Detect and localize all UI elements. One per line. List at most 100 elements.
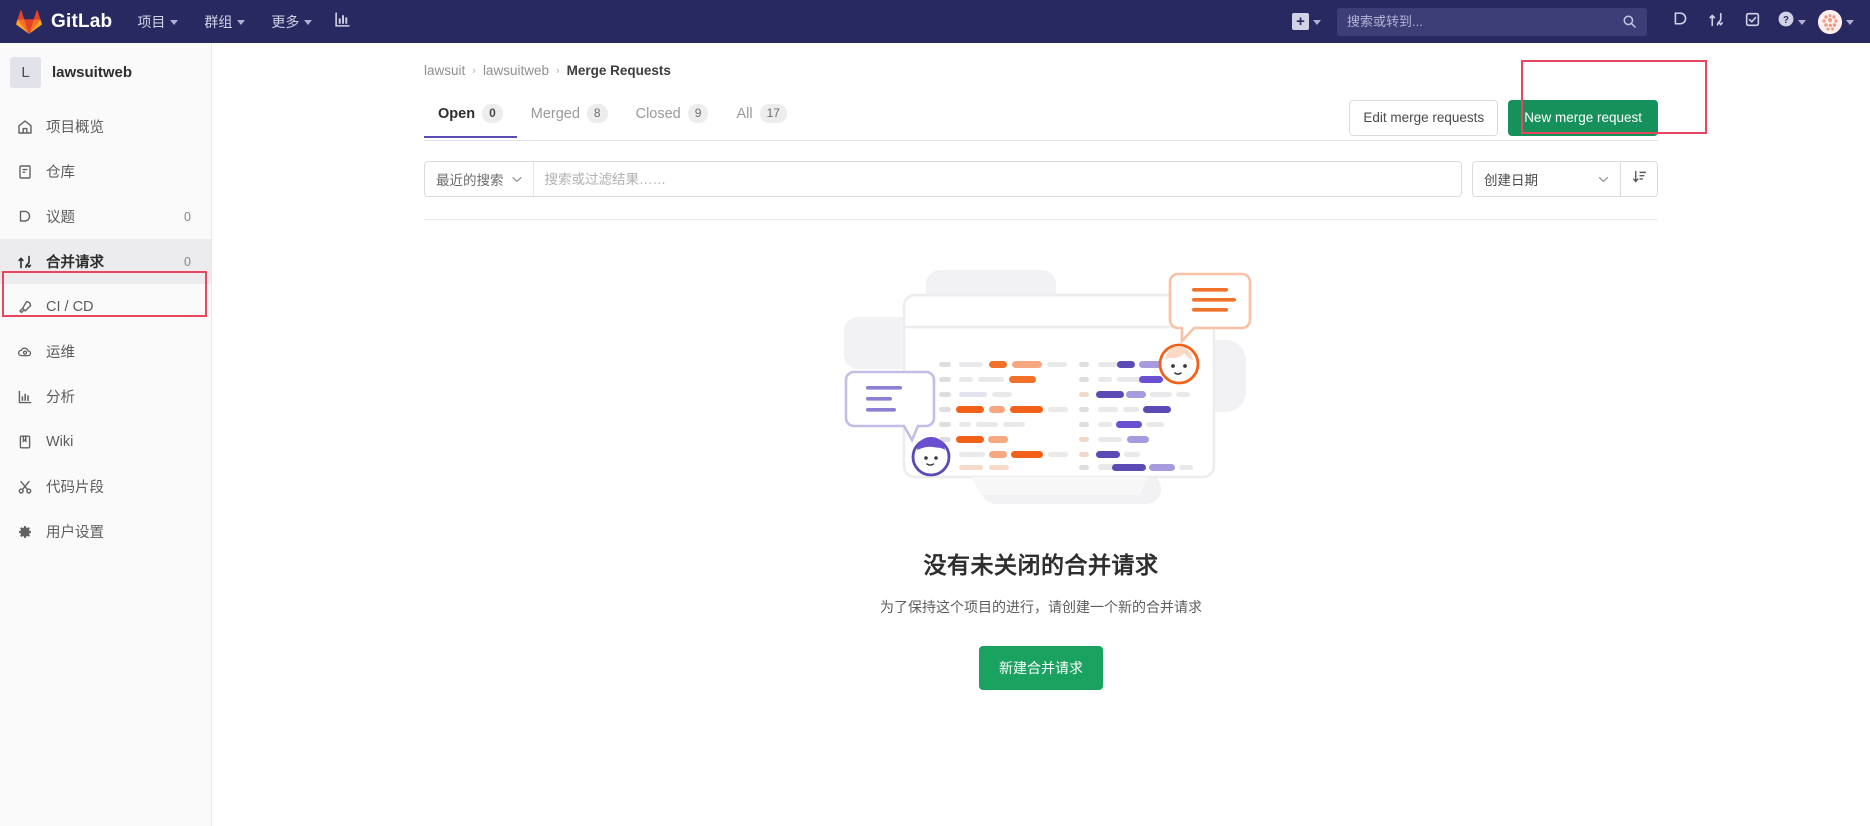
sidebar-item-operations[interactable]: 运维 xyxy=(0,329,211,374)
global-search[interactable] xyxy=(1337,7,1647,36)
tab-count: 0 xyxy=(482,104,503,124)
tab-label: Open xyxy=(438,105,476,122)
new-item-dropdown[interactable]: + xyxy=(1284,5,1329,39)
search-icon[interactable] xyxy=(1622,14,1637,29)
gitlab-home-link[interactable]: GitLab xyxy=(8,0,124,43)
sidebar-item-analytics[interactable]: 分析 xyxy=(0,374,211,419)
repository-icon xyxy=(14,164,36,180)
tab-label: Merged xyxy=(530,105,580,122)
sidebar-count xyxy=(185,486,197,488)
sidebar-count: 0 xyxy=(184,209,191,224)
merge-request-state-tabs: Open 0 Merged 8 Closed 9 All 17 Edit mer… xyxy=(424,92,1658,141)
tab-all[interactable]: All 17 xyxy=(722,92,800,138)
sidebar-item-issues[interactable]: 议题 0 xyxy=(0,194,211,239)
user-avatar-identicon xyxy=(1818,9,1842,34)
filter-and-sort-bar: 最近的搜索 创建日期 xyxy=(424,141,1658,220)
todos-check-icon xyxy=(1744,11,1761,33)
empty-state-new-merge-request-button[interactable]: 新建合并请求 xyxy=(979,646,1103,690)
nav-projects-label: 项目 xyxy=(137,13,166,30)
breadcrumb-separator-icon: › xyxy=(555,64,560,77)
merge-request-icon xyxy=(14,254,36,270)
sidebar-count xyxy=(185,351,197,353)
tab-count: 8 xyxy=(586,104,608,124)
new-merge-request-button[interactable]: New merge request xyxy=(1508,100,1658,136)
user-menu-dropdown[interactable] xyxy=(1814,9,1860,34)
brand-name: GitLab xyxy=(51,10,113,32)
sidebar-count xyxy=(185,396,197,398)
issues-icon xyxy=(1672,11,1689,33)
sidebar-item-snippets[interactable]: 代码片段 xyxy=(0,464,211,509)
rocket-icon xyxy=(14,299,36,315)
breadcrumb-separator-icon: › xyxy=(472,64,476,77)
sidebar-label: 代码片段 xyxy=(46,480,104,496)
nav-projects[interactable]: 项目 xyxy=(124,0,191,43)
chevron-down-icon xyxy=(1846,20,1854,25)
svg-text:?: ? xyxy=(1783,15,1789,26)
sidebar-count xyxy=(185,126,197,128)
sidebar-label: 项目概览 xyxy=(46,120,104,136)
chevron-down-icon xyxy=(304,20,313,25)
sidebar-label: Wiki xyxy=(46,433,74,450)
sidebar-item-ci-cd[interactable]: CI / CD xyxy=(0,284,211,329)
help-dropdown[interactable]: ? xyxy=(1771,10,1812,33)
bar-chart-icon xyxy=(334,11,351,33)
sidebar-label: 合并请求 xyxy=(46,255,104,271)
chevron-down-icon xyxy=(237,20,246,25)
sidebar-item-merge-requests[interactable]: 合并请求 0 xyxy=(0,239,211,284)
tab-open[interactable]: Open 0 xyxy=(424,92,517,139)
breadcrumb-current: Merge Requests xyxy=(566,63,671,78)
merge-request-empty-illustration-icon xyxy=(826,262,1256,512)
tab-merged[interactable]: Merged 8 xyxy=(517,92,622,138)
page-body: L lawsuitweb 项目概览 仓库 议题 0 合并请求 0 CI / CD… xyxy=(0,43,1870,826)
sort-controls: 创建日期 xyxy=(1472,161,1658,197)
nav-more[interactable]: 更多 xyxy=(258,0,325,43)
chevron-down-icon xyxy=(511,176,522,182)
edit-merge-requests-button[interactable]: Edit merge requests xyxy=(1349,100,1499,136)
recent-searches-dropdown[interactable]: 最近的搜索 xyxy=(425,162,534,196)
search-or-filter-input[interactable] xyxy=(533,162,1461,196)
scissors-icon xyxy=(14,479,36,495)
nav-issues-button[interactable] xyxy=(1663,5,1697,39)
sidebar-item-user-settings[interactable]: 用户设置 xyxy=(0,509,211,554)
search-input[interactable] xyxy=(1347,14,1622,29)
sidebar-label: 运维 xyxy=(46,345,75,361)
gear-icon xyxy=(14,524,36,540)
sidebar-count xyxy=(185,171,197,173)
gitlab-tanuki-logo-icon xyxy=(16,9,42,35)
nav-more-label: 更多 xyxy=(271,13,300,30)
filtered-search-field[interactable]: 最近的搜索 xyxy=(424,161,1462,197)
bar-chart-icon xyxy=(14,389,36,405)
plus-square-icon: + xyxy=(1292,13,1309,30)
sort-by-dropdown[interactable]: 创建日期 xyxy=(1472,161,1620,197)
cloud-gear-icon xyxy=(14,344,36,360)
tab-list: Open 0 Merged 8 Closed 9 All 17 xyxy=(424,92,801,139)
tab-label: Closed xyxy=(635,105,681,122)
navbar-left-group: GitLab 项目 群组 更多 xyxy=(8,0,359,43)
nav-groups[interactable]: 群组 xyxy=(191,0,258,43)
tab-count: 9 xyxy=(687,104,709,124)
sidebar-label: CI / CD xyxy=(46,298,94,315)
issues-icon xyxy=(14,209,36,225)
navbar-right-group: + 搜索或转到... ? xyxy=(1284,5,1860,39)
tab-closed[interactable]: Closed 9 xyxy=(622,92,723,138)
project-header[interactable]: L lawsuitweb xyxy=(0,47,211,98)
sort-direction-button[interactable] xyxy=(1620,161,1658,197)
book-icon xyxy=(14,434,36,450)
sidebar-item-wiki[interactable]: Wiki xyxy=(0,419,211,464)
empty-state-title: 没有未关闭的合并请求 xyxy=(923,552,1159,578)
sidebar-label: 仓库 xyxy=(46,165,75,181)
sidebar-item-repository[interactable]: 仓库 xyxy=(0,149,211,194)
nav-merge-requests-button[interactable] xyxy=(1699,5,1733,39)
breadcrumb-project[interactable]: lawsuitweb xyxy=(483,63,549,78)
merge-request-icon xyxy=(1708,11,1725,33)
empty-state-subtitle: 为了保持这个项目的进行，请创建一个新的合并请求 xyxy=(880,599,1202,615)
breadcrumb-group[interactable]: lawsuit xyxy=(424,63,465,78)
tab-count: 17 xyxy=(759,104,787,124)
recent-searches-label: 最近的搜索 xyxy=(436,173,504,188)
nav-groups-label: 群组 xyxy=(204,13,233,30)
chevron-down-icon xyxy=(1313,20,1321,25)
nav-todos-button[interactable] xyxy=(1735,5,1769,39)
breadcrumb: lawsuit › lawsuitweb › Merge Requests xyxy=(424,43,1658,92)
nav-analytics-button[interactable] xyxy=(325,5,359,39)
sidebar-item-project-overview[interactable]: 项目概览 xyxy=(0,104,211,149)
